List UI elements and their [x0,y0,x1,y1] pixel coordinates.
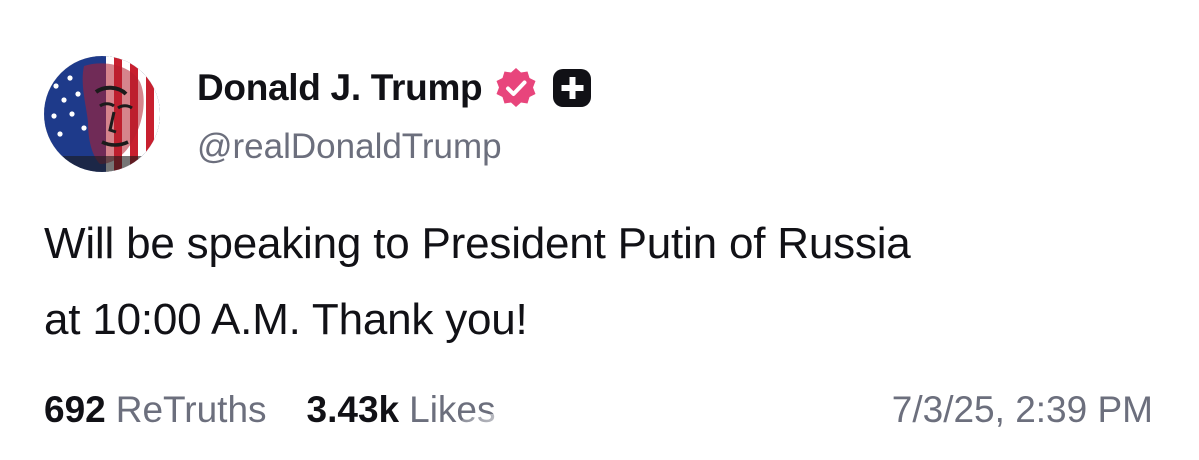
watermark-overlay [458,414,733,448]
retruths-label: ReTruths [115,389,267,430]
author-row: Donald J. Trump [197,63,592,113]
author-handle[interactable]: @realDonaldTrump [197,127,502,167]
retruths-count: 692 [44,389,106,430]
avatar-image [44,56,160,172]
plus-icon[interactable] [552,68,592,108]
post-text-line: at 10:00 A.M. Thank you! [44,295,528,344]
post-timestamp[interactable]: 7/3/25, 2:39 PM [892,385,1153,435]
likes-count: 3.43k [306,389,400,430]
truth-post: Donald J. Trump @realDonaldTrump Will be… [0,0,1199,460]
post-body: Will be speaking to President Putin of R… [44,206,1154,358]
post-text-line: Will be speaking to President Putin of R… [44,219,911,268]
retruths-stat[interactable]: 692 ReTruths [44,389,267,431]
avatar[interactable] [44,56,160,172]
post-stats: 692 ReTruths 3.43k Likes [44,385,496,435]
display-name[interactable]: Donald J. Trump [197,67,483,109]
verified-badge-icon [496,68,536,107]
